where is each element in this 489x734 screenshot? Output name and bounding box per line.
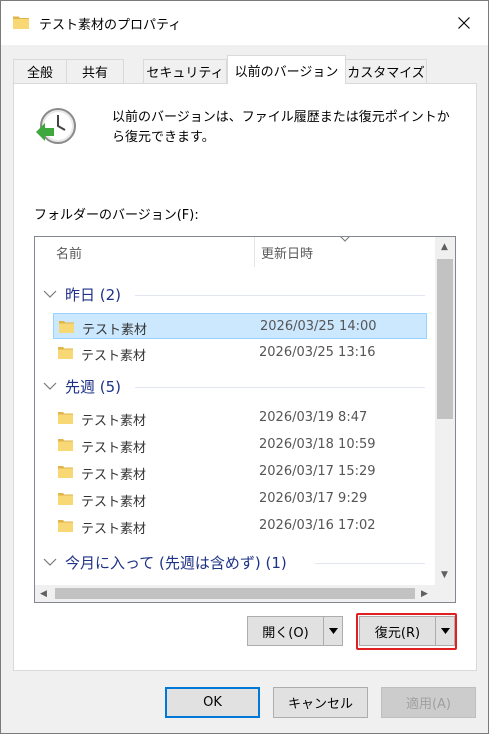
version-row[interactable]: テスト素材 2026/03/18 10:59 xyxy=(53,432,427,458)
open-split-button[interactable]: 開く(O) xyxy=(247,616,343,646)
group-divider xyxy=(135,387,425,388)
restore-clock-icon xyxy=(36,108,76,144)
vertical-scroll-thumb[interactable] xyxy=(437,259,453,419)
close-icon xyxy=(458,17,470,29)
horizontal-scroll-thumb[interactable] xyxy=(55,588,415,599)
close-button[interactable] xyxy=(444,7,484,39)
cancel-button[interactable]: キャンセル xyxy=(273,687,368,718)
tab-strip: 全般 共有 セキュリティ 以前のバージョン カスタマイズ xyxy=(13,55,483,84)
folder-icon xyxy=(58,466,73,478)
restore-highlight-box xyxy=(356,613,457,650)
group-header-yesterday[interactable]: 昨日 (2) xyxy=(43,283,121,305)
column-header-name[interactable]: 名前 xyxy=(56,243,82,262)
window-title: テスト素材のプロパティ xyxy=(39,18,182,33)
sort-chevron-icon xyxy=(340,237,350,242)
chevron-down-icon xyxy=(43,382,57,390)
scroll-right-arrow-icon[interactable]: ▶ xyxy=(421,589,428,599)
version-row[interactable]: テスト素材 2026/03/19 8:47 xyxy=(53,405,427,431)
title-bar: テスト素材のプロパティ xyxy=(1,1,488,45)
tab-security[interactable]: セキュリティ xyxy=(143,59,227,83)
chevron-down-icon xyxy=(43,558,57,566)
version-row[interactable]: テスト素材 2026/03/17 15:29 xyxy=(53,459,427,485)
scrollbar-corner xyxy=(435,585,455,602)
tab-general[interactable]: 全般 xyxy=(13,59,67,83)
group-divider xyxy=(315,563,425,564)
scroll-up-arrow-icon[interactable]: ▲ xyxy=(441,242,448,252)
folder-icon xyxy=(58,347,73,359)
folder-icon xyxy=(58,412,73,424)
apply-button[interactable]: 適用(A) xyxy=(381,687,476,718)
folder-versions-label: フォルダーのバージョン(F): xyxy=(34,208,199,223)
tab-customize[interactable]: カスタマイズ xyxy=(345,59,427,83)
group-divider xyxy=(135,295,425,296)
open-dropdown[interactable] xyxy=(324,617,342,645)
versions-list[interactable]: 名前 更新日時 昨日 (2) テスト素材 2026/03/25 14:00 テス… xyxy=(34,236,456,603)
ok-button[interactable]: OK xyxy=(165,687,260,718)
open-button[interactable]: 開く(O) xyxy=(248,617,324,645)
folder-icon xyxy=(13,16,29,29)
column-separator xyxy=(254,237,255,267)
scroll-down-arrow-icon[interactable]: ▼ xyxy=(441,570,448,580)
version-row[interactable]: テスト素材 2026/03/25 13:16 xyxy=(53,340,427,366)
description-text: 以前のバージョンは、ファイル履歴または復元ポイントから復元できます。 xyxy=(112,110,450,145)
properties-dialog: テスト素材のプロパティ 全般 共有 セキュリティ 以前のバージョン カスタマイズ… xyxy=(0,0,489,734)
chevron-down-icon xyxy=(43,290,57,298)
folder-icon xyxy=(58,439,73,451)
folder-icon xyxy=(59,321,74,333)
version-row[interactable]: テスト素材 2026/03/16 17:02 xyxy=(53,513,427,539)
previous-versions-panel: 以前のバージョンは、ファイル履歴または復元ポイントから復元できます。 フォルダー… xyxy=(13,83,477,671)
group-header-this-month[interactable]: 今月に入って (先週は含めず) (1) xyxy=(43,551,287,573)
version-row[interactable]: テスト素材 2026/03/25 14:00 xyxy=(53,313,427,339)
tab-previous-versions[interactable]: 以前のバージョン xyxy=(227,55,346,84)
dropdown-arrow-icon xyxy=(328,628,338,634)
group-header-last-week[interactable]: 先週 (5) xyxy=(43,375,121,397)
folder-icon xyxy=(58,493,73,505)
scroll-left-arrow-icon[interactable]: ◀ xyxy=(40,589,47,599)
folder-icon xyxy=(58,520,73,532)
tab-sharing[interactable]: 共有 xyxy=(66,59,124,83)
column-header-date[interactable]: 更新日時 xyxy=(261,243,313,262)
version-row[interactable]: テスト素材 2026/03/17 9:29 xyxy=(53,486,427,512)
